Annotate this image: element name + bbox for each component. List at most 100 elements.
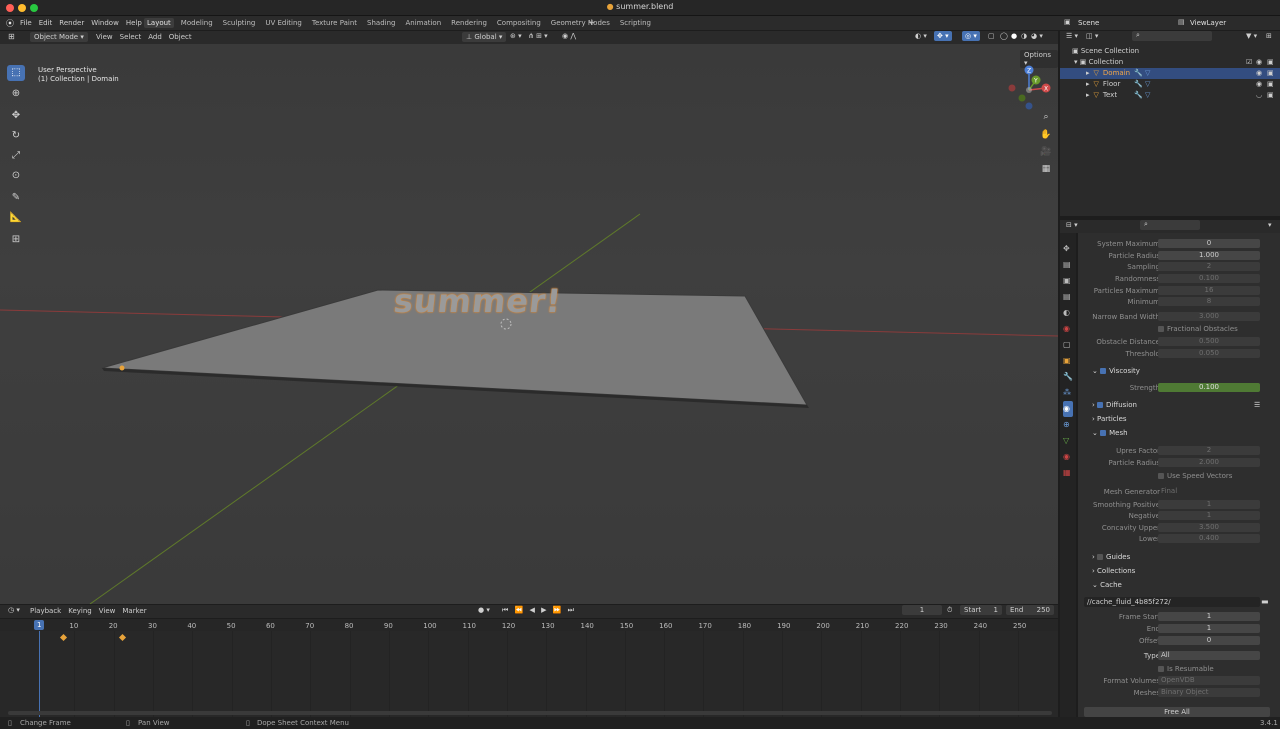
prop-concavity-upper[interactable]: Concavity Upper 3.500 — [1078, 523, 1278, 533]
navigation-gizmo[interactable]: Z X Y — [1004, 64, 1054, 112]
is-resumable-checkbox[interactable]: Is Resumable — [1078, 664, 1278, 674]
prop-mesh-upres-factor-value[interactable]: 2 — [1158, 446, 1260, 455]
viewport-menu-select[interactable]: Select — [120, 33, 142, 41]
camera-view-icon[interactable]: 🎥 — [1039, 145, 1053, 159]
collections-panel[interactable]: › Collections — [1092, 567, 1135, 575]
eye-icon[interactable]: ◉ — [1256, 79, 1262, 90]
move-tool-icon[interactable]: ✥ — [7, 108, 25, 124]
prop-negative-value[interactable]: 1 — [1158, 511, 1260, 520]
prop-format-volumes-value[interactable]: OpenVDB — [1158, 676, 1260, 685]
keyframe-icon[interactable] — [59, 633, 67, 642]
prop-system-maximum-value[interactable]: 0 — [1158, 239, 1260, 248]
viscosity-strength-slider[interactable]: Strength 0.100 — [1078, 383, 1278, 393]
camera-icon[interactable]: ▣ — [1267, 57, 1274, 68]
viscosity-strength-slider-value[interactable]: 0.100 — [1158, 383, 1260, 392]
prop-meshes-value[interactable]: Binary Object — [1158, 688, 1260, 697]
prop-minimum-value[interactable]: 8 — [1158, 297, 1260, 306]
checkbox-icon[interactable]: ☑ — [1246, 57, 1252, 68]
solid-shading-icon[interactable]: ● — [1011, 32, 1017, 40]
use-speed-vectors-checkbox[interactable]: Use Speed Vectors — [1078, 471, 1278, 481]
record-icon[interactable]: ● ▾ — [478, 606, 490, 614]
display-mode-icon[interactable]: ◫ ▾ — [1086, 32, 1098, 40]
prop-mesh-generator[interactable]: Mesh Generator Final — [1078, 487, 1278, 497]
3d-viewport[interactable]: summer! User Perspective (1) Collection … — [0, 44, 1058, 604]
fractional-obstacles-checkbox[interactable]: Fractional Obstacles — [1078, 324, 1278, 334]
diffusion-panel[interactable]: › Diffusion — [1092, 401, 1137, 409]
view-layer-selector[interactable]: ViewLayer — [1190, 19, 1226, 27]
tool-tab-icon[interactable]: ✥ — [1063, 241, 1073, 257]
playhead[interactable] — [39, 631, 40, 717]
list-icon[interactable]: ☰ — [1254, 401, 1260, 409]
data-tab-icon[interactable]: ▽ — [1063, 433, 1073, 449]
prop-sampling[interactable]: Sampling 2 — [1078, 262, 1278, 272]
xray-icon[interactable]: ▢ — [988, 32, 995, 40]
prop-cache-end[interactable]: End 1 — [1078, 624, 1278, 634]
timeline-menu-keying[interactable]: Keying — [68, 607, 92, 615]
current-frame-field[interactable]: 1 — [902, 605, 942, 615]
modifier-tab-icon[interactable]: 🔧 — [1063, 369, 1073, 385]
snap-icon[interactable]: ⋔ ⊞ ▾ — [528, 32, 548, 40]
overlay-toggle-icon[interactable]: ◎ ▾ — [962, 31, 980, 41]
prop-particle-radius[interactable]: Particle Radius 1.000 — [1078, 251, 1278, 261]
rendered-shading-icon[interactable]: ◕ ▾ — [1031, 32, 1043, 40]
free-all-button[interactable]: Free All — [1084, 707, 1270, 717]
camera-icon[interactable]: ▣ — [1267, 79, 1274, 90]
timeline-menu-playback[interactable]: Playback — [30, 607, 61, 615]
checkbox-icon[interactable] — [1100, 368, 1107, 374]
menu-help[interactable]: Help — [126, 19, 142, 27]
pan-view-icon[interactable]: ✋ — [1039, 128, 1053, 142]
cache-type-dropdown[interactable]: Type All — [1078, 651, 1278, 661]
camera-icon[interactable]: ▣ — [1267, 68, 1274, 79]
ortho-toggle-icon[interactable]: ▦ — [1039, 162, 1053, 176]
prop-narrow-band-width[interactable]: Narrow Band Width 3.000 — [1078, 312, 1278, 322]
prop-negative[interactable]: Negative 1 — [1078, 511, 1278, 521]
tab-animation[interactable]: Animation — [402, 18, 444, 28]
transform-orientation-dropdown[interactable]: ⊥ Global ▾ — [462, 32, 507, 42]
expand-arrow-icon[interactable]: ▸ — [1086, 69, 1090, 77]
properties-search-field[interactable]: ⌕ — [1140, 220, 1200, 230]
tab-layout[interactable]: Layout — [144, 18, 174, 28]
folder-icon[interactable]: ▬ — [1261, 597, 1269, 606]
eye-icon[interactable]: ◡ — [1256, 90, 1262, 101]
chevron-down-icon[interactable]: ⌄ — [1092, 429, 1100, 437]
prop-mesh-generator-value[interactable]: Final — [1158, 487, 1260, 496]
keyframe-icon[interactable] — [118, 633, 126, 642]
outliner-scene-collection[interactable]: ▣ Scene Collection — [1060, 46, 1280, 57]
tab-sculpting[interactable]: Sculpting — [220, 18, 259, 28]
cache-type-dropdown-value[interactable]: All — [1158, 651, 1260, 660]
rotate-tool-icon[interactable]: ↻ — [7, 128, 25, 144]
menu-render[interactable]: Render — [59, 19, 84, 27]
checkbox-icon[interactable] — [1158, 666, 1164, 672]
prop-format-volumes[interactable]: Format Volumes OpenVDB — [1078, 676, 1278, 686]
prop-cache-end-value[interactable]: 1 — [1158, 624, 1260, 633]
prop-smoothing-positive[interactable]: Smoothing Positive 1 — [1078, 500, 1278, 510]
timeline-area[interactable]: 1 10 20 30 40 50 60 70 80 90 100 110 120 130 140 150 160… — [0, 619, 1058, 717]
pivot-icon[interactable]: ⊛ ▾ — [510, 32, 522, 40]
gizmo-toggle-icon[interactable]: ✥ ▾ — [934, 31, 952, 41]
timeline-menu-view[interactable]: View — [99, 607, 116, 615]
outliner-item-floor[interactable]: ▸ ▽ Floor 🔧 ▽ ◉ ▣ — [1060, 79, 1280, 90]
expand-arrow-icon[interactable]: ▸ — [1086, 91, 1090, 99]
prop-particle-radius-value[interactable]: 1.000 — [1158, 251, 1260, 260]
checkbox-icon[interactable] — [1158, 326, 1164, 332]
filter-icon[interactable]: ▼ ▾ — [1246, 32, 1257, 40]
tab-texture-paint[interactable]: Texture Paint — [309, 18, 360, 28]
new-collection-icon[interactable]: ⊞ — [1266, 32, 1272, 40]
object-tab-icon[interactable]: ▣ — [1063, 353, 1073, 369]
prop-obstacle-distance[interactable]: Obstacle Distance 0.500 — [1078, 337, 1278, 347]
prop-obstacle-distance-value[interactable]: 0.500 — [1158, 337, 1260, 346]
select-box-tool-icon[interactable]: ⬚ — [7, 65, 25, 81]
properties-editor-icon[interactable]: ⊟ ▾ — [1066, 221, 1078, 229]
zoom-view-icon[interactable]: ⌕ — [1039, 110, 1053, 124]
chevron-down-icon[interactable]: ⌄ — [1092, 581, 1100, 589]
prop-cache-offset-value[interactable]: 0 — [1158, 636, 1260, 645]
timeline-scrollbar[interactable] — [8, 711, 1052, 715]
prop-randomness-value[interactable]: 0.100 — [1158, 274, 1260, 283]
scene-tab-icon[interactable]: ◐ — [1063, 305, 1073, 321]
particles-panel[interactable]: › Particles — [1092, 415, 1127, 423]
checkbox-icon[interactable] — [1100, 430, 1107, 436]
expand-arrow-icon[interactable]: ▾ — [1074, 58, 1078, 66]
prop-threshold[interactable]: Threshold 0.050 — [1078, 349, 1278, 359]
prop-meshes[interactable]: Meshes Binary Object — [1078, 688, 1278, 698]
proportional-edit-icon[interactable]: ◉ ⋀ — [562, 32, 576, 40]
